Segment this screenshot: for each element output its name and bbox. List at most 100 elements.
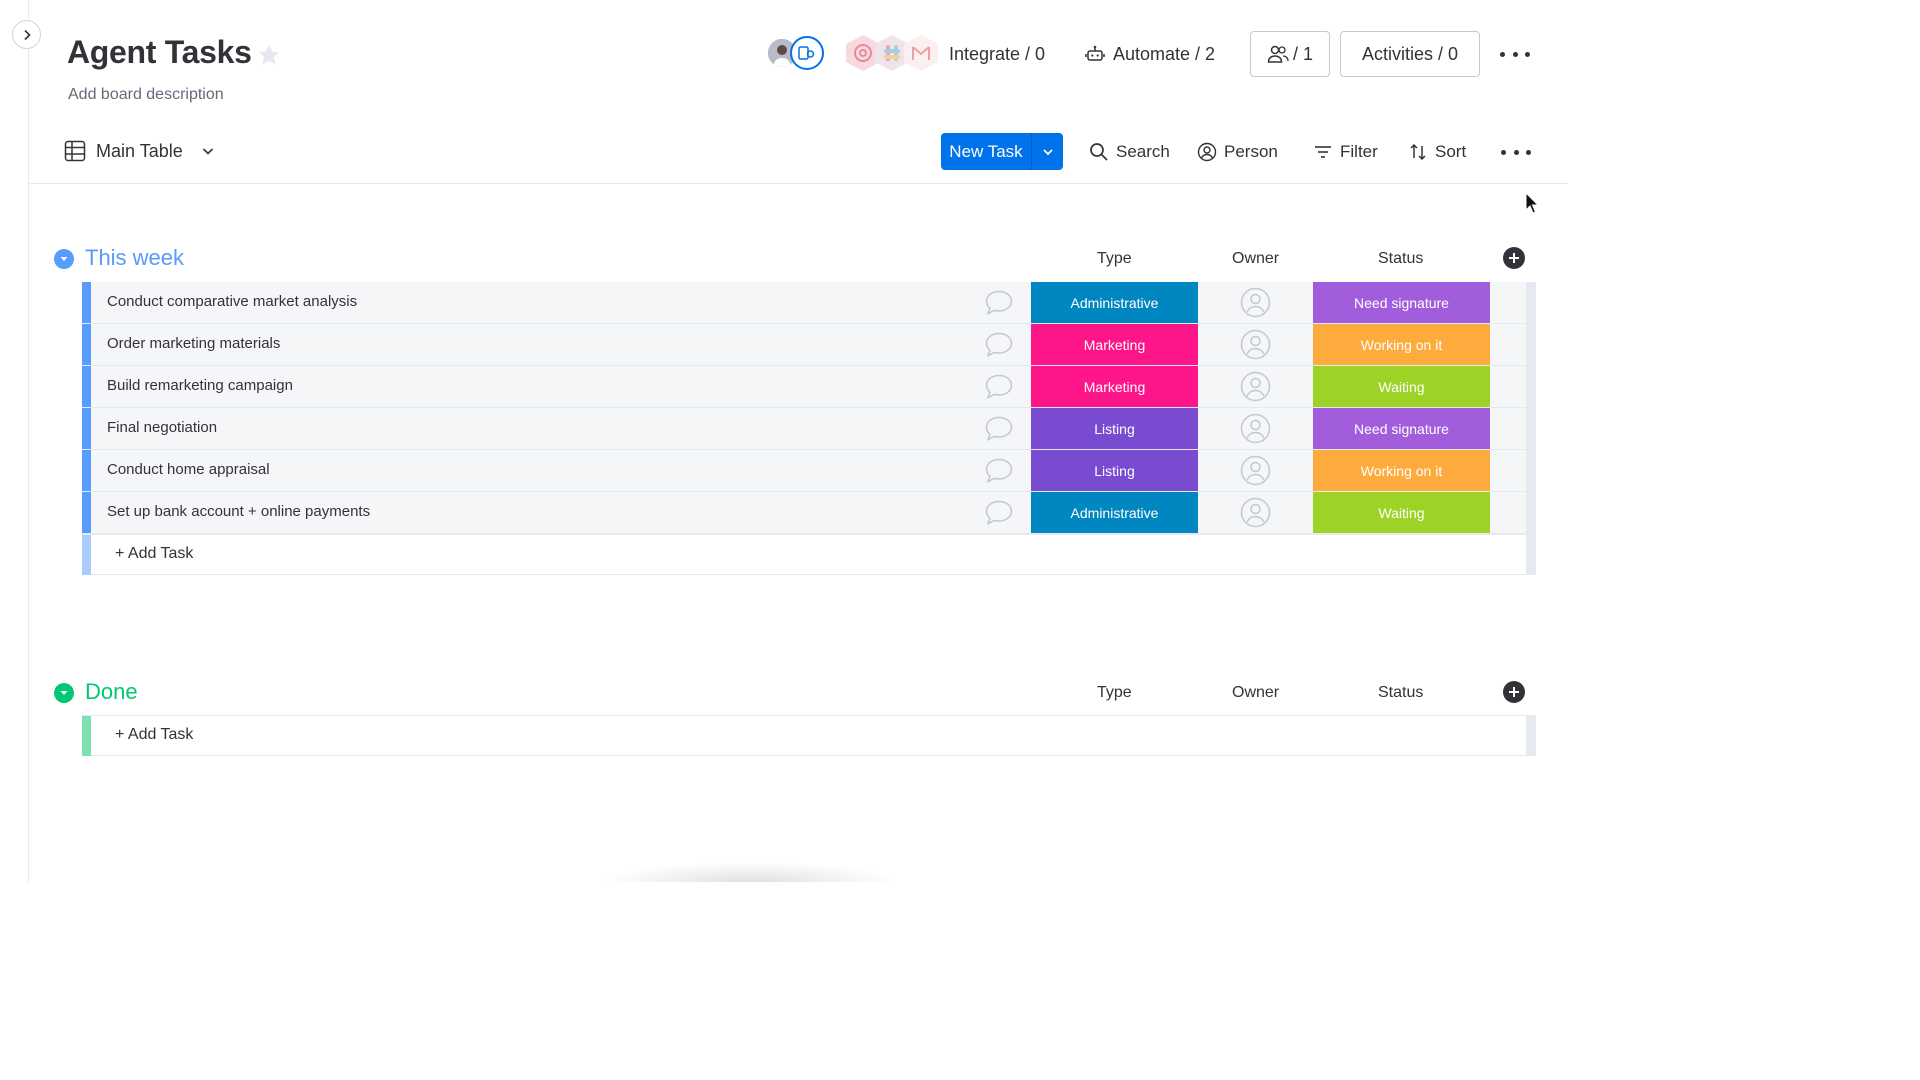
group-color-bar [82, 450, 91, 491]
view-tab-main-table[interactable]: Main Table [64, 138, 215, 164]
integration-apps-icons[interactable] [846, 35, 941, 71]
type-cell[interactable]: Administrative [1031, 282, 1198, 323]
sort-icon [1410, 143, 1426, 161]
automate-button[interactable]: Automate / 2 [1085, 40, 1215, 68]
chevron-right-icon [23, 29, 31, 40]
add-column-button[interactable] [1503, 681, 1525, 703]
status-cell[interactable]: Waiting [1313, 492, 1490, 533]
group-title[interactable]: Done [85, 679, 138, 705]
person-placeholder-icon[interactable] [1240, 371, 1271, 402]
activities-button[interactable]: Activities / 0 [1340, 31, 1480, 77]
search-icon [1090, 143, 1108, 161]
filter-label: Filter [1340, 142, 1378, 161]
column-header-status[interactable]: Status [1378, 250, 1423, 268]
comment-bubble-icon[interactable] [984, 289, 1014, 316]
sort-button[interactable]: Sort [1408, 139, 1466, 165]
add-task-row[interactable]: + Add Task [82, 715, 1536, 756]
search-button[interactable]: Search [1089, 139, 1170, 165]
person-placeholder-icon[interactable] [1240, 287, 1271, 318]
filter-button[interactable]: Filter [1313, 139, 1378, 165]
new-task-dropdown-button[interactable] [1031, 133, 1063, 170]
table-row[interactable]: Conduct home appraisal Listing Working on … [82, 450, 1536, 492]
chevron-down-icon [60, 691, 68, 695]
person-placeholder-icon[interactable] [1240, 329, 1271, 360]
table-row[interactable]: Order marketing materials Marketing Workin… [82, 324, 1536, 366]
status-cell[interactable]: Waiting [1313, 366, 1490, 407]
filter-icon [1315, 146, 1331, 158]
task-name[interactable]: Final negotiation [107, 419, 217, 436]
type-cell[interactable]: Listing [1031, 450, 1198, 491]
collapse-group-button[interactable] [54, 683, 74, 703]
add-column-button[interactable] [1503, 247, 1525, 269]
left-rail [0, 0, 29, 882]
new-task-label[interactable]: New Task [941, 133, 1031, 170]
table-icon [64, 140, 86, 162]
comment-bubble-icon[interactable] [984, 415, 1014, 442]
board-menu-button[interactable] [1500, 49, 1530, 59]
task-name[interactable]: Conduct home appraisal [107, 461, 270, 478]
integration-app-icon [846, 35, 880, 71]
chevron-down-icon[interactable] [201, 144, 215, 158]
more-icon [1501, 149, 1506, 155]
robot-icon [1085, 45, 1105, 61]
task-name[interactable]: Conduct comparative market analysis [107, 293, 357, 310]
add-task-label[interactable]: + Add Task [115, 545, 193, 563]
group-header-done: Done Type Owner Status [54, 678, 1544, 708]
column-header-owner[interactable]: Owner [1232, 250, 1279, 268]
activities-label: Activities / 0 [1361, 43, 1459, 64]
status-cell[interactable]: Working on it [1313, 324, 1490, 365]
task-name[interactable]: Build remarketing campaign [107, 377, 293, 394]
type-cell[interactable]: Administrative [1031, 492, 1198, 533]
type-cell[interactable]: Marketing [1031, 324, 1198, 365]
board-title[interactable]: Agent Tasks [67, 34, 252, 71]
table-row[interactable]: Set up bank account + online payments Adm… [82, 492, 1536, 534]
type-cell[interactable]: Marketing [1031, 366, 1198, 407]
toolbar-menu-button[interactable] [1501, 147, 1531, 157]
view-tab-label: Main Table [96, 140, 183, 161]
plus-icon [1509, 687, 1519, 697]
integrate-button[interactable]: Integrate / 0 [949, 40, 1045, 68]
type-cell[interactable]: Listing [1031, 408, 1198, 449]
group-title[interactable]: This week [85, 245, 184, 271]
person-placeholder-icon[interactable] [1240, 455, 1271, 486]
person-filter-button[interactable]: Person [1197, 139, 1278, 165]
table-row[interactable]: Build remarketing campaign Marketing Waiti… [82, 366, 1536, 408]
plus-icon [1509, 253, 1519, 263]
group-color-bar [82, 324, 91, 365]
integrate-label: Integrate / 0 [949, 43, 1046, 64]
group-header-this-week: This week Type Owner Status [54, 244, 1544, 274]
column-header-status[interactable]: Status [1378, 684, 1423, 702]
invite-members-button[interactable]: / 1 [1250, 31, 1330, 77]
table-row[interactable]: Final negotiation Listing Need signature [82, 408, 1536, 450]
comment-bubble-icon[interactable] [984, 331, 1014, 358]
add-task-label[interactable]: + Add Task [115, 726, 193, 744]
column-header-type[interactable]: Type [1097, 684, 1132, 702]
board-members-avatars[interactable] [766, 36, 826, 70]
task-name[interactable]: Order marketing materials [107, 335, 280, 352]
column-header-owner[interactable]: Owner [1232, 684, 1279, 702]
board-description[interactable]: Add board description [68, 86, 224, 104]
members-count: / 1 [1292, 43, 1313, 64]
task-name[interactable]: Set up bank account + online payments [107, 503, 370, 520]
column-header-type[interactable]: Type [1097, 250, 1132, 268]
comment-bubble-icon[interactable] [984, 499, 1014, 526]
new-task-button[interactable]: New Task [941, 133, 1063, 170]
person-placeholder-icon[interactable] [1240, 497, 1271, 528]
status-cell[interactable]: Need signature [1313, 282, 1490, 323]
comment-bubble-icon[interactable] [984, 373, 1014, 400]
sort-label: Sort [1435, 142, 1467, 161]
expand-sidebar-button[interactable] [12, 20, 41, 49]
group-color-bar [82, 535, 91, 575]
status-cell[interactable]: Need signature [1313, 408, 1490, 449]
table-row[interactable]: Conduct comparative market analysis Admin… [82, 282, 1536, 324]
person-placeholder-icon[interactable] [1240, 413, 1271, 444]
users-icon [1267, 45, 1289, 63]
chevron-down-icon [1042, 148, 1053, 155]
status-cell[interactable]: Working on it [1313, 450, 1490, 491]
comment-bubble-icon[interactable] [984, 457, 1014, 484]
star-icon[interactable] [256, 42, 282, 68]
search-label: Search [1116, 142, 1170, 161]
toolbar-divider [29, 183, 1568, 184]
add-task-row[interactable]: + Add Task [82, 534, 1536, 575]
collapse-group-button[interactable] [54, 249, 74, 269]
